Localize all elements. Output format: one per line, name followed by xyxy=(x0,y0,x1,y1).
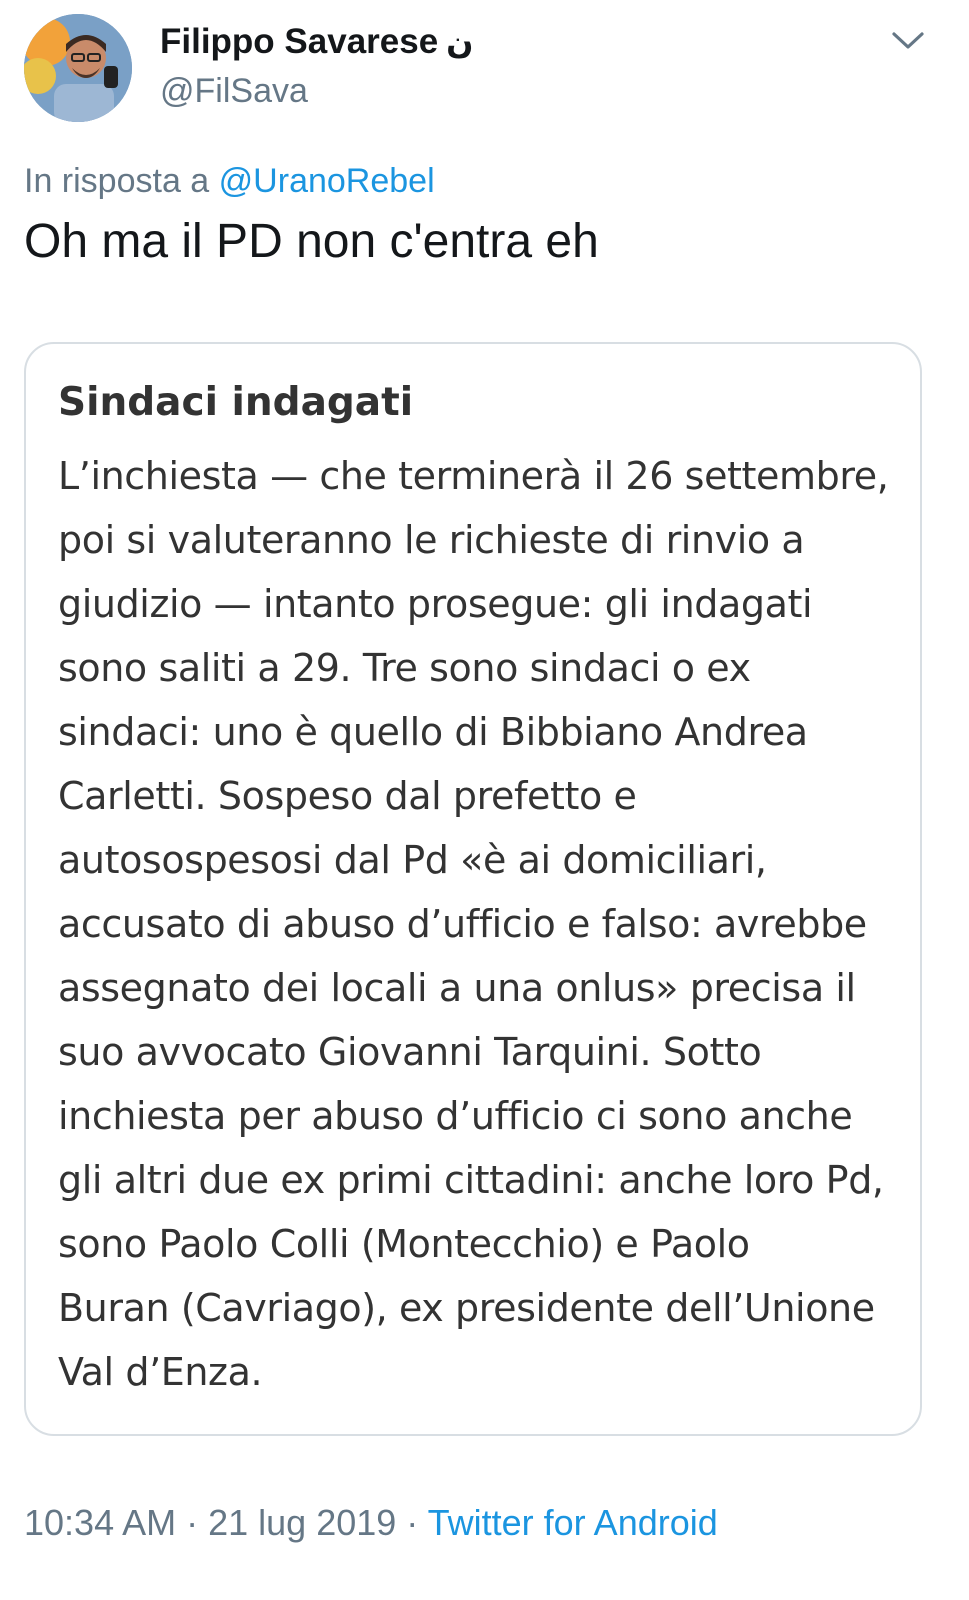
tweet-source-link[interactable]: Twitter for Android xyxy=(428,1502,718,1543)
article-line: inchiesta per abuso d’ufficio ci sono an… xyxy=(58,1094,853,1138)
article-line: assegnato dei locali a una onlus» precis… xyxy=(58,966,856,1010)
meta-separator: · xyxy=(176,1502,209,1543)
meta-separator: · xyxy=(396,1502,428,1543)
article-line: Buran (Cavriago), ex presidente dell’Uni… xyxy=(58,1286,875,1330)
avatar[interactable] xyxy=(24,14,132,122)
article-line: autosospesosi dal Pd «è ai domiciliari, xyxy=(58,838,767,882)
article-line: giudizio — intanto prosegue: gli indagat… xyxy=(58,582,813,626)
reply-context: In risposta a @UranoRebel xyxy=(24,162,435,201)
article-line: suo avvocato Giovanni Tarquini. Sotto xyxy=(58,1030,762,1074)
article-line: Carletti. Sospeso dal prefetto e xyxy=(58,774,637,818)
tweet-meta: 10:34 AM · 21 lug 2019 · Twitter for And… xyxy=(24,1502,718,1544)
chevron-down-icon[interactable] xyxy=(888,26,928,54)
author-name-row[interactable]: Filippo Savarese ن xyxy=(160,22,473,62)
tweet-time[interactable]: 10:34 AM xyxy=(24,1502,176,1543)
article-line: poi si valuteranno le richieste di rinvi… xyxy=(58,518,805,562)
author-handle[interactable]: @FilSava xyxy=(160,72,308,111)
reply-mention-link[interactable]: @UranoRebel xyxy=(219,162,435,200)
author-name-suffix: ن xyxy=(446,24,474,60)
tweet-text: Oh ma il PD non c'entra eh xyxy=(24,215,599,268)
reply-prefix: In risposta a xyxy=(24,162,210,200)
avatar-photo xyxy=(24,14,132,122)
article-line: Val d’Enza. xyxy=(58,1350,263,1394)
article-line: sono Paolo Colli (Montecchio) e Paolo xyxy=(58,1222,750,1266)
author-display-name[interactable]: Filippo Savarese xyxy=(160,22,438,62)
article-body: L’inchiesta — che terminerà il 26 settem… xyxy=(58,444,918,1404)
article-line: accusato di abuso d’ufficio e falso: avr… xyxy=(58,902,867,946)
article-line: sindaci: uno è quello di Bibbiano Andrea xyxy=(58,710,808,754)
article-line: gli altri due ex primi cittadini: anche … xyxy=(58,1158,884,1202)
tweet-date[interactable]: 21 lug 2019 xyxy=(208,1502,396,1543)
article-title: Sindaci indagati xyxy=(58,380,414,425)
article-line: sono saliti a 29. Tre sono sindaci o ex xyxy=(58,646,751,690)
article-line: L’inchiesta — che terminerà il 26 settem… xyxy=(58,454,889,498)
